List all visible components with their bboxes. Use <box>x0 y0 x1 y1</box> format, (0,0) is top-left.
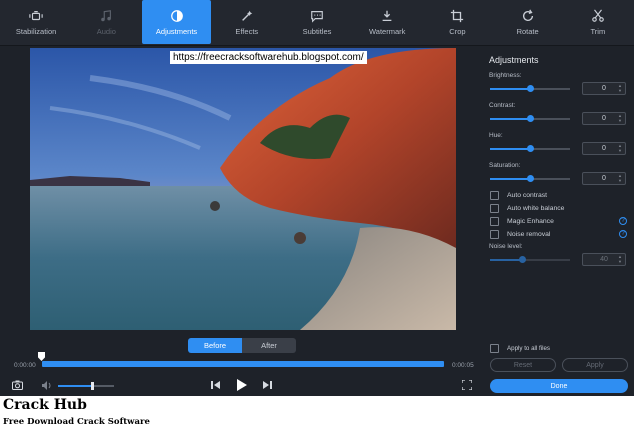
saturation-value: 0 <box>602 175 606 182</box>
apply-to-all-label: Apply to all files <box>507 345 550 352</box>
before-button[interactable]: Before <box>188 338 242 353</box>
apply-to-all-checkbox[interactable]: Apply to all files <box>490 344 550 353</box>
brand-title: Crack Hub <box>3 397 87 413</box>
tab-trim[interactable]: Trim <box>564 0 632 44</box>
help-icon[interactable]: ? <box>619 217 627 225</box>
volume-icon[interactable] <box>42 381 52 390</box>
stabilization-icon <box>29 10 43 20</box>
noise-level-label: Noise level: <box>489 243 523 250</box>
apply-button[interactable]: Apply <box>562 358 628 372</box>
panel-title: Adjustments <box>489 55 539 65</box>
contrast-field[interactable]: 0 ▲ ▼ <box>582 112 626 125</box>
timeline-track[interactable] <box>42 361 444 367</box>
speech-bubble-icon <box>311 10 323 23</box>
hue-label: Hue: <box>489 132 503 139</box>
hue-slider[interactable] <box>490 145 570 152</box>
magic-wand-icon <box>241 10 253 21</box>
noise-level-value: 40 <box>600 256 608 263</box>
checkbox-box[interactable] <box>490 191 499 200</box>
preview-image <box>30 48 456 330</box>
stepper-arrows-icon[interactable]: ▲ ▼ <box>618 173 622 183</box>
noise-level-slider[interactable] <box>490 256 570 263</box>
brightness-value: 0 <box>602 85 606 92</box>
noise-removal-checkbox[interactable]: Noise removal <box>490 230 550 239</box>
magic-enhance-checkbox[interactable]: Magic Enhance <box>490 217 554 226</box>
noise-level-field[interactable]: 40 ▲ ▼ <box>582 253 626 266</box>
stepper-arrows-icon[interactable]: ▲ ▼ <box>618 113 622 123</box>
tab-label: Trim <box>590 26 606 36</box>
checkbox-box[interactable] <box>490 217 499 226</box>
fullscreen-icon[interactable] <box>462 380 472 390</box>
checkbox-box[interactable] <box>490 344 499 353</box>
tab-rotate[interactable]: Rotate <box>494 0 562 44</box>
hue-value: 0 <box>602 145 606 152</box>
volume-handle[interactable] <box>90 382 94 390</box>
scissors-icon <box>592 9 604 22</box>
volume-level <box>58 385 92 387</box>
timeline-start-time: 0:00:00 <box>14 362 36 369</box>
music-note-icon <box>101 9 112 21</box>
tab-audio[interactable]: Audio <box>72 0 140 44</box>
before-after-toggle: Before After <box>188 338 296 353</box>
video-preview <box>30 48 456 330</box>
auto-white-balance-label: Auto white balance <box>507 205 565 212</box>
done-button[interactable]: Done <box>490 379 628 393</box>
auto-contrast-checkbox[interactable]: Auto contrast <box>490 191 547 200</box>
tab-label: Crop <box>449 26 466 36</box>
saturation-field[interactable]: 0 ▲ ▼ <box>582 172 626 185</box>
adjustments-icon <box>170 9 183 22</box>
overlay-url-text: https://freecracksoftwarehub.blogspot.co… <box>170 51 367 64</box>
after-button[interactable]: After <box>242 338 296 353</box>
stepper-arrows-icon[interactable]: ▲ ▼ <box>618 254 622 264</box>
auto-white-balance-checkbox[interactable]: Auto white balance <box>490 204 564 213</box>
tab-label: Adjustments <box>155 26 198 36</box>
rotate-icon <box>522 9 533 21</box>
adjustments-panel: Adjustments Brightness: 0 ▲ ▼ Contrast: 0 ▲… <box>484 48 632 393</box>
play-icon[interactable] <box>236 379 247 391</box>
timeline-end-time: 0:00:05 <box>452 362 474 369</box>
tools-toolbar: Stabilization Audio Adjustments Effects … <box>0 0 634 46</box>
checkbox-box[interactable] <box>490 230 499 239</box>
camera-icon[interactable] <box>12 380 23 390</box>
contrast-label: Contrast: <box>489 102 516 109</box>
video-editor-window: Stabilization Audio Adjustments Effects … <box>0 0 634 396</box>
tab-label: Subtitles <box>302 26 332 36</box>
playhead-handle[interactable] <box>38 352 45 361</box>
tab-crop[interactable]: Crop <box>423 0 491 44</box>
brand-subtitle: Free Download Crack Software <box>3 417 150 427</box>
contrast-value: 0 <box>602 115 606 122</box>
tab-label: Audio <box>96 26 116 36</box>
crop-icon <box>451 9 464 22</box>
brightness-slider[interactable] <box>490 85 570 92</box>
tab-label: Rotate <box>516 26 539 36</box>
tab-adjustments[interactable]: Adjustments <box>142 0 211 44</box>
saturation-slider[interactable] <box>490 175 570 182</box>
saturation-label: Saturation: <box>489 162 521 169</box>
brightness-label: Brightness: <box>489 72 522 79</box>
auto-contrast-label: Auto contrast <box>507 192 548 199</box>
noise-removal-label: Noise removal <box>507 231 551 238</box>
previous-frame-icon[interactable] <box>211 380 221 390</box>
stepper-arrows-icon[interactable]: ▲ ▼ <box>618 143 622 153</box>
watermark-icon <box>382 10 392 21</box>
tab-effects[interactable]: Effects <box>213 0 281 44</box>
next-frame-icon[interactable] <box>262 380 272 390</box>
tab-stabilization[interactable]: Stabilization <box>2 0 70 44</box>
checkbox-box[interactable] <box>490 204 499 213</box>
magic-enhance-label: Magic Enhance <box>507 218 554 225</box>
contrast-slider[interactable] <box>490 115 570 122</box>
brightness-field[interactable]: 0 ▲ ▼ <box>582 82 626 95</box>
tab-label: Effects <box>235 26 259 36</box>
tab-watermark[interactable]: Watermark <box>353 0 421 44</box>
reset-button[interactable]: Reset <box>490 358 556 372</box>
stepper-arrows-icon[interactable]: ▲ ▼ <box>618 83 622 93</box>
tab-label: Stabilization <box>15 26 57 36</box>
tab-subtitles[interactable]: Subtitles <box>283 0 351 44</box>
help-icon[interactable]: ? <box>619 230 627 238</box>
hue-field[interactable]: 0 ▲ ▼ <box>582 142 626 155</box>
tab-label: Watermark <box>369 26 406 36</box>
